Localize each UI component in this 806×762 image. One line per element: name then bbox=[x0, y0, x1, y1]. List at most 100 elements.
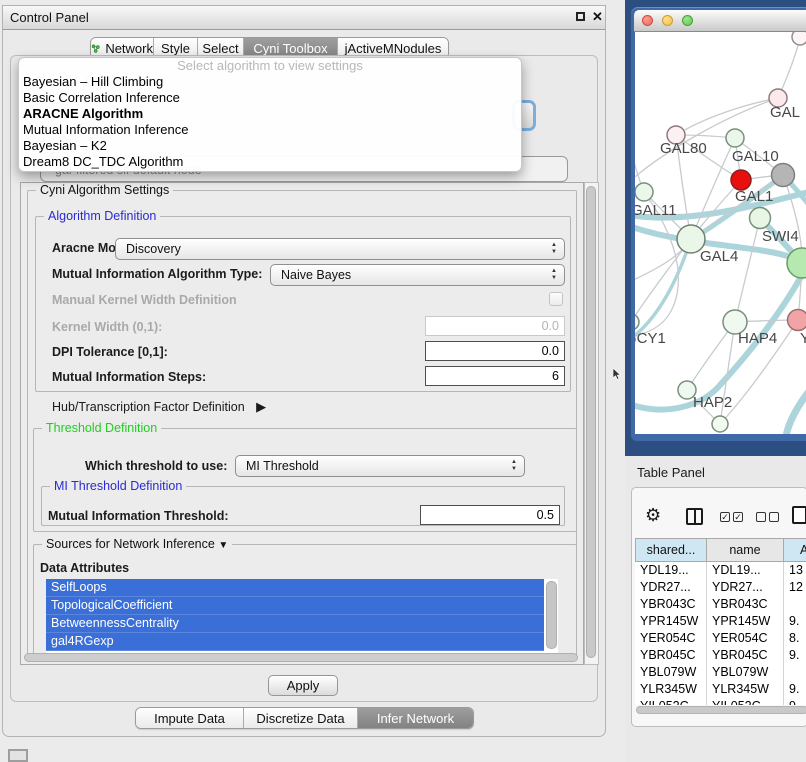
which-threshold-label: Which threshold to use: bbox=[85, 459, 227, 473]
tab-network-label: Network bbox=[105, 41, 153, 56]
control-panel-titlebar[interactable] bbox=[3, 6, 605, 30]
manual-kernel-checkbox[interactable] bbox=[549, 292, 563, 306]
bottom-tabs: Impute Data Discretize Data Infer Networ… bbox=[135, 707, 474, 729]
algorithm-placeholder: Select algorithm to view settings bbox=[19, 58, 521, 74]
mi-type-select[interactable]: Naive Bayes ▲▼ bbox=[270, 264, 565, 286]
window-minimize-button[interactable] bbox=[662, 15, 673, 26]
network-edge[interactable] bbox=[635, 239, 691, 322]
network-node[interactable] bbox=[635, 183, 653, 201]
mi-threshold-title: MI Threshold Definition bbox=[50, 479, 186, 493]
list-item[interactable]: SelfLoops bbox=[46, 579, 544, 597]
table-row[interactable]: YBL079WYBL079W bbox=[635, 664, 806, 681]
list-scrollbar[interactable] bbox=[544, 579, 558, 653]
dpi-tolerance-label: DPI Tolerance [0,1]: bbox=[52, 345, 168, 359]
tab-discretize-data[interactable]: Discretize Data bbox=[244, 708, 358, 728]
network-node-label: SWI4 bbox=[762, 228, 799, 245]
kernel-width-field[interactable]: 0.0 bbox=[425, 316, 565, 336]
network-edge[interactable] bbox=[735, 218, 760, 322]
table-row[interactable]: YBR043CYBR043C bbox=[635, 596, 806, 613]
minimized-palette-icon[interactable] bbox=[8, 749, 28, 762]
network-node[interactable] bbox=[635, 314, 639, 330]
algorithm-option[interactable]: Bayesian – K2 bbox=[19, 138, 521, 154]
network-node[interactable] bbox=[792, 32, 806, 45]
list-item[interactable]: BetweennessCentrality bbox=[46, 615, 544, 633]
network-node-label: GAL4 bbox=[700, 248, 738, 265]
aracne-mode-select[interactable]: Discovery ▲▼ bbox=[115, 238, 565, 260]
table-row[interactable]: YBR045CYBR045C9. bbox=[635, 647, 806, 664]
algorithm-option[interactable]: Mutual Information Inference bbox=[19, 122, 521, 138]
horizontal-scrollbar-thumb[interactable] bbox=[24, 653, 578, 662]
control-panel-title: Control Panel bbox=[10, 10, 89, 25]
dpi-tolerance-field[interactable]: 0.0 bbox=[425, 341, 565, 361]
network-node[interactable] bbox=[712, 416, 728, 432]
list-scrollbar-thumb[interactable] bbox=[546, 581, 557, 649]
window-close-button[interactable] bbox=[642, 15, 653, 26]
network-node-label: GAL1 bbox=[735, 188, 773, 205]
network-node-label: HAP2 bbox=[693, 394, 732, 411]
network-node[interactable] bbox=[772, 164, 795, 187]
data-attributes-label: Data Attributes bbox=[40, 561, 129, 575]
float-window-icon[interactable] bbox=[576, 12, 585, 21]
network-node-label: GAL11 bbox=[635, 202, 677, 219]
select-all-columns-icon[interactable]: ✓✓ bbox=[720, 512, 743, 522]
list-item[interactable]: gal4RGexp bbox=[46, 633, 544, 651]
window-zoom-button[interactable] bbox=[682, 15, 693, 26]
table-row[interactable]: YER054CYER054C8. bbox=[635, 630, 806, 647]
network-canvas[interactable]: GALGAL80GAL10GAL1GAL11SWI4GAL4GCY1HAP4YH… bbox=[635, 32, 806, 434]
mi-type-label: Mutual Information Algorithm Type: bbox=[52, 267, 262, 281]
mi-steps-label: Mutual Information Steps: bbox=[52, 370, 206, 384]
mi-threshold-label: Mutual Information Threshold: bbox=[48, 509, 229, 523]
algorithm-dropdown-popup: Select algorithm to view settings Bayesi… bbox=[18, 57, 522, 172]
column-header-clipped[interactable]: A bbox=[783, 538, 806, 562]
algorithm-option[interactable]: Basic Correlation Inference bbox=[19, 90, 521, 106]
table-hscrollbar-thumb[interactable] bbox=[636, 706, 806, 714]
which-threshold-select[interactable]: MI Threshold ▲▼ bbox=[235, 455, 525, 477]
close-panel-icon[interactable]: ✕ bbox=[592, 9, 603, 25]
table-rows: YDL19...YDL19...13YDR27...YDR27...12YBR0… bbox=[635, 562, 806, 705]
network-node[interactable] bbox=[726, 129, 744, 147]
algorithm-option-selected[interactable]: ARACNE Algorithm bbox=[19, 106, 521, 122]
list-item[interactable]: TopologicalCoefficient bbox=[46, 597, 544, 615]
deselect-all-columns-icon[interactable] bbox=[756, 512, 779, 522]
mi-steps-field[interactable]: 6 bbox=[425, 366, 565, 386]
network-node[interactable] bbox=[750, 208, 771, 229]
hub-definition-expander[interactable]: Hub/Transcription Factor Definition ▶ bbox=[52, 399, 266, 415]
column-header-shared-name[interactable]: shared... bbox=[635, 538, 707, 562]
table-row[interactable]: YLR345WYLR345W9. bbox=[635, 681, 806, 698]
apply-button[interactable]: Apply bbox=[268, 675, 338, 696]
data-attributes-list: SelfLoops TopologicalCoefficient Between… bbox=[46, 579, 544, 653]
network-edge[interactable] bbox=[785, 384, 806, 434]
table-row[interactable]: YDR27...YDR27...12 bbox=[635, 579, 806, 596]
vertical-scrollbar-thumb[interactable] bbox=[586, 186, 596, 658]
table-row[interactable]: YIL052CYIL052C9. bbox=[635, 698, 806, 705]
network-edge[interactable] bbox=[635, 239, 691, 340]
table-row[interactable]: YDL19...YDL19...13 bbox=[635, 562, 806, 579]
mi-threshold-field[interactable]: 0.5 bbox=[420, 505, 560, 525]
network-node-label: HAP4 bbox=[738, 330, 777, 347]
network-window-titlebar[interactable] bbox=[634, 10, 806, 32]
gear-icon[interactable]: ⚙ bbox=[645, 505, 661, 526]
algorithm-definition-title: Algorithm Definition bbox=[44, 209, 160, 223]
network-node-label: GAL10 bbox=[732, 148, 779, 165]
network-node-label: GCY1 bbox=[635, 330, 666, 347]
combo-arrows-icon: ▲▼ bbox=[551, 242, 557, 256]
network-node-label: Y bbox=[800, 330, 806, 347]
collapse-down-arrow-icon: ▼ bbox=[218, 540, 228, 551]
network-node[interactable] bbox=[788, 310, 806, 331]
network-node-label: GAL bbox=[770, 104, 800, 121]
kernel-width-label: Kernel Width (0,1): bbox=[52, 320, 162, 334]
combo-arrows-icon: ▲▼ bbox=[551, 268, 557, 282]
tab-infer-network[interactable]: Infer Network bbox=[358, 708, 473, 728]
export-table-icon[interactable] bbox=[792, 506, 806, 524]
manual-kernel-label: Manual Kernel Width Definition bbox=[52, 293, 237, 307]
table-row[interactable]: YPR145WYPR145W9. bbox=[635, 613, 806, 630]
threshold-definition-title: Threshold Definition bbox=[42, 421, 161, 435]
algorithm-option[interactable]: Bayesian – Hill Climbing bbox=[19, 74, 521, 90]
sources-title: Sources for Network Inference ▼ bbox=[42, 537, 232, 551]
algorithm-option[interactable]: Dream8 DC_TDC Algorithm bbox=[19, 154, 521, 170]
tab-impute-data[interactable]: Impute Data bbox=[136, 708, 244, 728]
network-node[interactable] bbox=[731, 170, 751, 190]
table-panel-title: Table Panel bbox=[637, 465, 705, 480]
column-view-icon[interactable] bbox=[686, 508, 703, 525]
column-header-name[interactable]: name bbox=[706, 538, 784, 562]
